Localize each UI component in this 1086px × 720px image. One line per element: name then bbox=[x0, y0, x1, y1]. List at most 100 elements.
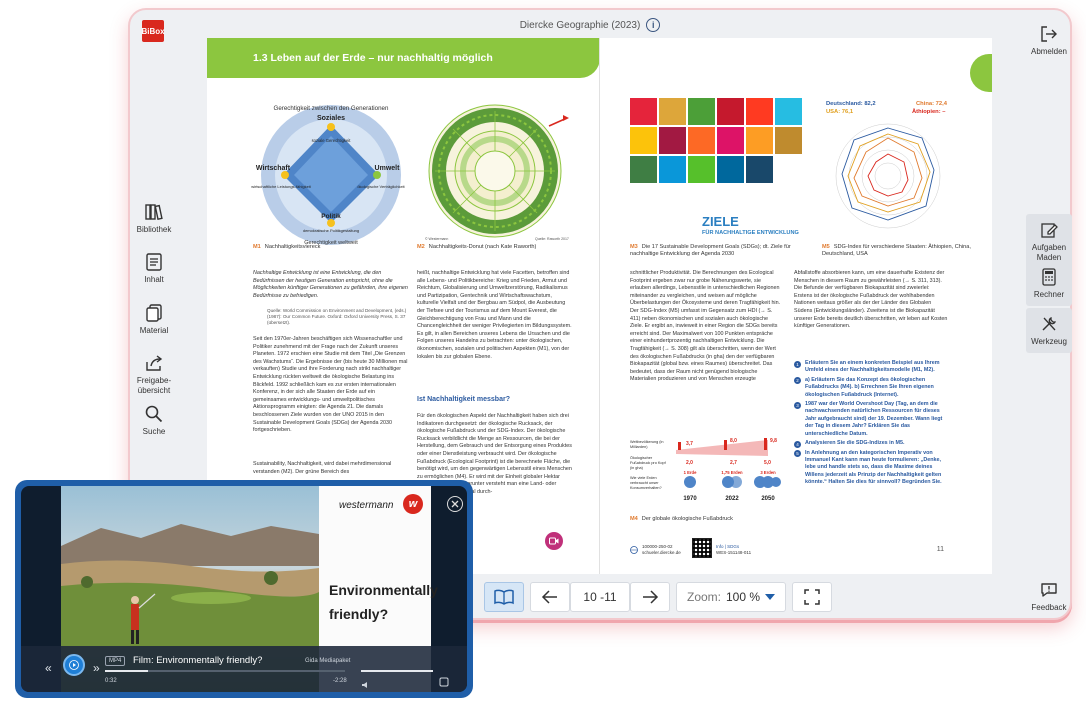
m4-footprint-infographic: Weltbevölkerung (in Milliarden) Ökologis… bbox=[630, 436, 782, 510]
volume-fill bbox=[361, 670, 433, 672]
page-footer-left: 100000-250-02 schueler.diercke.de bbox=[630, 544, 681, 556]
video-progress-track[interactable] bbox=[105, 670, 345, 672]
tasks-label: Aufgaben Maden bbox=[1031, 243, 1067, 262]
forward-button[interactable]: » bbox=[93, 661, 100, 675]
sdg-tile bbox=[688, 98, 715, 125]
sidebar-inhalt-button[interactable]: Inhalt bbox=[132, 252, 176, 285]
sdg-tile bbox=[775, 98, 802, 125]
sdg-goals-grid: ZIELE FÜR NACHHALTIGE ENTWICKLUNG bbox=[630, 98, 806, 246]
radar-label-aethiopien: Äthiopien: – bbox=[912, 108, 946, 115]
footer-code2: WES-151148-011 bbox=[716, 550, 752, 555]
feedback-label: Feedback bbox=[1031, 603, 1067, 612]
video-close-button[interactable] bbox=[447, 496, 463, 512]
m1-caption-text: Nachhaltigkeitsviereck bbox=[264, 244, 321, 250]
right-col4-text: Abfallstoffe absorbieren kann, um eine d… bbox=[794, 270, 948, 330]
logout-button[interactable]: Abmelden bbox=[1026, 24, 1072, 57]
fullscreen-button[interactable] bbox=[792, 582, 832, 612]
chapter-title: 1.3 Leben auf der Erde – nur nachhaltig … bbox=[253, 52, 493, 64]
m5-caption-text: SDG-Index für verschiedene Staaten: Äthi… bbox=[822, 244, 971, 257]
tools-button[interactable]: Werkzeug bbox=[1026, 308, 1072, 353]
task-item: 3 1987 war der World Overshoot Day (Tag, … bbox=[794, 401, 949, 438]
m1-politik: Politik bbox=[321, 213, 341, 220]
volume-slider[interactable] bbox=[361, 670, 433, 672]
tools-icon bbox=[1042, 316, 1057, 331]
calculator-button[interactable]: Rechner bbox=[1026, 261, 1072, 306]
material-icon bbox=[146, 304, 162, 322]
radar-label-deutschland: Deutschland: 82,2 bbox=[826, 101, 876, 107]
play-button[interactable] bbox=[63, 654, 85, 676]
task-item: 4 Analysieren Sie die SDG-Indizes in M5. bbox=[794, 440, 949, 448]
video-fullscreen-button[interactable] bbox=[439, 674, 449, 692]
rewind-button[interactable]: « bbox=[45, 661, 52, 675]
arrow-right-icon bbox=[643, 590, 659, 604]
sdg-tile bbox=[659, 156, 686, 183]
zoom-value: 100 % bbox=[725, 590, 761, 604]
sidebar-label: Material bbox=[139, 326, 169, 335]
m4-earth-2050: 3 Erden bbox=[760, 470, 776, 475]
m4-year-1970: 1970 bbox=[683, 496, 697, 502]
task-text: a) Erläutern Sie das Konzept des ökologi… bbox=[805, 376, 934, 398]
m4-caption: M4 Der globale ökologische Fußabdruck bbox=[630, 516, 733, 522]
sidebar-freigabe-button[interactable]: Freigabe- übersicht bbox=[132, 353, 176, 396]
m2-label: M2 bbox=[417, 244, 425, 250]
open-book-icon bbox=[494, 589, 514, 605]
m4-foot-2022: 2,7 bbox=[730, 460, 737, 466]
video-slide-text: Environmentally friendly? bbox=[329, 582, 438, 622]
prev-page-button[interactable] bbox=[530, 582, 570, 612]
quote-source: Quelle: World Commission on Environment … bbox=[267, 308, 407, 326]
task-number: 2 bbox=[794, 377, 801, 385]
measurable-heading: Ist Nachhaltigkeit messbar? bbox=[417, 396, 510, 403]
double-page-button[interactable] bbox=[484, 582, 524, 612]
volume-button[interactable] bbox=[361, 676, 371, 692]
m4-pop-2022: 8,0 bbox=[730, 438, 737, 444]
sdg-tile bbox=[746, 127, 773, 154]
video-title: Film: Environmentally friendly? bbox=[133, 655, 263, 666]
next-page-button[interactable] bbox=[630, 582, 670, 612]
m5-caption: M5 SDG-Index für verschiedene Staaten: Ät… bbox=[822, 244, 972, 258]
video-marker-button[interactable] bbox=[545, 532, 563, 550]
m4-arrow-graphic: 3,7 8,0 9,8 2,0 2,7 5,0 1 Erde 1,75 Erde… bbox=[676, 438, 781, 502]
sidebar-label: Bibliothek bbox=[136, 225, 172, 234]
task-item: 2 a) Erläutern Sie das Konzept des ökolog… bbox=[794, 377, 949, 399]
sidebar-bibliothek-button[interactable]: Bibliothek bbox=[132, 202, 176, 235]
page-number-input[interactable]: 10 -11 bbox=[570, 582, 630, 612]
m3-caption: M3 Die 17 Sustainable Development Goals (… bbox=[630, 244, 806, 258]
task-item: 1 Erläutern Sie an einem konkreten Beispi… bbox=[794, 360, 949, 375]
sdg-tile bbox=[659, 98, 686, 125]
task-number: 4 bbox=[794, 440, 801, 448]
video-player: westermann w Environmentally friendly? M… bbox=[15, 480, 473, 698]
task-text: Erläutern Sie an einem konkreten Beispie… bbox=[805, 360, 940, 374]
m1-wirtschaft: Wirtschaft bbox=[256, 165, 291, 172]
sdg-tile bbox=[659, 127, 686, 154]
quote-text: Nachhaltige Entwicklung ist eine Entwick… bbox=[253, 270, 408, 299]
sdg-tile bbox=[717, 98, 744, 125]
m4-earth-2022: 1,75 Erden bbox=[721, 470, 743, 475]
sdg-tile bbox=[746, 98, 773, 125]
sidebar-suche-button[interactable]: Suche bbox=[132, 404, 176, 437]
m4-row3-label: Wie viele Erden verbraucht unser Konsumv… bbox=[630, 476, 662, 490]
info-icon[interactable]: i bbox=[646, 18, 661, 32]
m4-foot-2050: 5,0 bbox=[764, 460, 771, 466]
sidebar-label: Suche bbox=[142, 427, 166, 436]
feedback-button[interactable]: Feedback bbox=[1026, 580, 1072, 613]
book-page-right: ZIELE FÜR NACHHALTIGE ENTWICKLUNG Deutsc… bbox=[600, 38, 992, 574]
sdg-tile bbox=[630, 156, 657, 183]
m4-row2-label: Ökologischer Fußabdruck pro Kopf (in gha… bbox=[630, 456, 666, 470]
m1-umwelt-sub: ökologische Verträglichkeit bbox=[357, 184, 405, 189]
sidebar-label: Inhalt bbox=[144, 275, 164, 284]
m2-copyright: © Westermann bbox=[425, 237, 448, 241]
tools-label: Werkzeug bbox=[1031, 337, 1067, 346]
search-icon bbox=[145, 405, 163, 423]
m4-year-2050: 2050 bbox=[761, 496, 775, 502]
m4-row1-label: Weltbevölkerung (in Milliarden) bbox=[630, 440, 664, 449]
expand-icon bbox=[439, 677, 449, 687]
m2-caption-text: Nachhaltigkeits-Donut (nach Kate Raworth… bbox=[428, 244, 537, 250]
sdg-tiles bbox=[630, 98, 806, 183]
sidebar-material-button[interactable]: Material bbox=[132, 303, 176, 336]
zoom-select[interactable]: Zoom: 100 % bbox=[676, 582, 786, 612]
sdg-tile bbox=[746, 156, 773, 183]
close-icon bbox=[451, 500, 459, 508]
sdg-tile bbox=[630, 127, 657, 154]
qr-code[interactable] bbox=[692, 538, 712, 558]
app-root: BiBox Diercke Geographie (2023) i Biblio… bbox=[0, 0, 1086, 720]
